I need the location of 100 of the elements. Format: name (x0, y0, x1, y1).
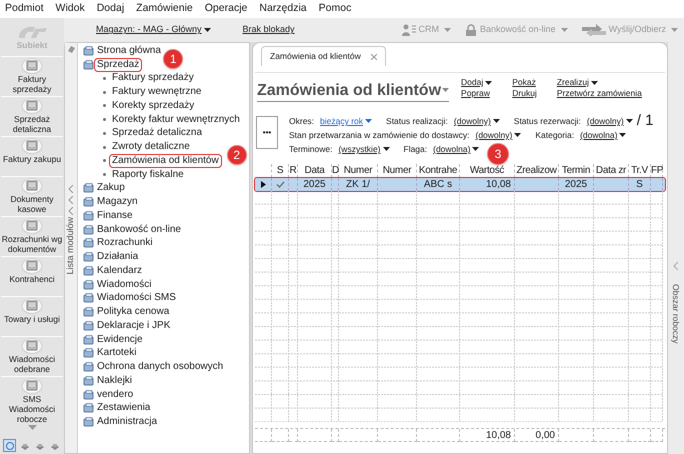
filter-dropdown[interactable]: (dowolny) (475, 128, 522, 142)
menu-item[interactable]: Zamówienie (135, 1, 194, 17)
sidebar-item[interactable]: Rozrachunki wg dokumentów (1, 216, 63, 256)
action-link[interactable]: Popraw (461, 88, 492, 99)
caret-icon (382, 147, 390, 151)
view-button[interactable] (3, 439, 16, 452)
module-icon (83, 46, 94, 56)
tree-item[interactable]: Bankowość on-line (97, 224, 181, 236)
sidebar-item[interactable]: Dokumenty kasowe (1, 176, 63, 216)
tree-item[interactable]: Korekty faktur wewnętrznych (112, 114, 240, 126)
panel-title: Obszar roboczy (671, 284, 681, 344)
caret-icon (204, 28, 211, 32)
tree-item[interactable]: Raporty fiskalne (112, 168, 184, 181)
table-cell (629, 429, 651, 442)
close-icon (370, 54, 377, 60)
warehouse-dropdown[interactable]: Magazyn: - MAG - Główny (96, 23, 211, 37)
action-link[interactable]: Dodaj (461, 77, 492, 88)
filter-dropdown[interactable]: (dowolna) (433, 142, 480, 156)
filter-dropdown[interactable]: (dowolny) (586, 114, 633, 128)
action-link[interactable]: Przetwórz zamówienia (556, 88, 642, 99)
module-icon (83, 252, 94, 262)
action-link[interactable]: Pokaż (512, 77, 537, 88)
filter-label: Kategoria: (535, 129, 574, 142)
sidebar-item[interactable]: Kontrahenci (1, 256, 63, 296)
sidebar-item[interactable]: Faktury zakupu (1, 136, 63, 176)
caret-icon (442, 88, 450, 92)
tree-item[interactable]: Zwroty detaliczne (112, 141, 190, 154)
table-row[interactable]: 2025 ZK 1/ ABC s 10,08 2025 S (255, 178, 665, 192)
tree-item[interactable]: Wiadomości SMS (97, 292, 176, 304)
action-link[interactable]: Zrealizuj (556, 77, 642, 88)
menu-item[interactable]: Operacje (204, 1, 248, 17)
tree-item[interactable]: Rozrachunki (97, 237, 153, 250)
filter-dropdown[interactable]: bieżący rok (320, 114, 372, 128)
bullet-icon (103, 146, 106, 149)
view-title[interactable]: Zamówienia od klientów (257, 81, 450, 102)
document-icon (21, 378, 43, 394)
tree-item[interactable]: Faktury wewnętrzne (112, 86, 202, 98)
sidebar-item[interactable]: Wiadomości odebrane (1, 336, 63, 376)
page-count: / 1 (636, 114, 654, 128)
tree-item[interactable]: Magazyn (97, 196, 138, 208)
tab[interactable]: Zamówienia od klientów (261, 46, 386, 66)
tree-item[interactable]: Sprzedaż (95, 58, 142, 71)
document-icon (21, 218, 43, 234)
filter-label: Status rezerwacji: (514, 115, 581, 128)
tree-item[interactable]: Polityka cenowa (97, 306, 170, 318)
document-icon (21, 178, 43, 194)
filter-dropdown[interactable]: (dowolna) (580, 128, 626, 142)
tree-item[interactable]: Ochrona danych osobowych (97, 361, 224, 374)
sidebar-item[interactable]: Towary i usługi (1, 296, 63, 336)
filter-label: Stan przetwarzania w zamówienie do dostawcy: (289, 129, 470, 142)
caret-icon (619, 133, 626, 137)
tree-item[interactable]: Kalendarz (97, 264, 142, 277)
menu-item[interactable]: Pomoc (318, 1, 352, 17)
tree-item[interactable]: Kartoteki (97, 347, 136, 360)
module-icon (83, 307, 94, 318)
menu-item[interactable]: Dodaj (96, 1, 126, 17)
tree-item[interactable]: Administracja (97, 416, 158, 428)
filter-dropdown[interactable]: (wszystkie) (338, 142, 390, 156)
tree-item[interactable]: Faktury sprzedaży (112, 72, 194, 84)
table-cell: S (629, 178, 651, 192)
sidebar-item[interactable]: SMS Wiadomości robocze (1, 376, 63, 424)
lock-status-link[interactable]: Brak blokady (242, 23, 295, 37)
tree-item[interactable]: Finanse (97, 210, 133, 222)
tree-item[interactable]: Korekty sprzedaży (112, 100, 194, 112)
caret-icon (492, 119, 500, 123)
menu-item[interactable]: Widok (54, 1, 86, 17)
callout-badge: 3 (487, 143, 509, 165)
more-button[interactable]: ••• (256, 116, 278, 149)
module-icon (83, 183, 94, 194)
sidebar-item[interactable]: Sprzedaż detaliczna (1, 96, 63, 136)
tree-item[interactable]: vendero (97, 388, 134, 401)
bullet-icon (103, 159, 106, 162)
caret-icon (560, 28, 568, 32)
tree-item[interactable]: Zakup (97, 182, 125, 194)
module-icon (83, 224, 94, 235)
module-icon (83, 348, 94, 358)
tree-item[interactable]: Zestawienia (97, 402, 150, 414)
tree-item[interactable]: Zamówienia od klientów (110, 154, 221, 167)
module-icon (83, 376, 94, 386)
bullet-icon (103, 104, 106, 108)
module-icon (83, 293, 94, 304)
module-icon (83, 238, 94, 248)
document-icon (21, 98, 43, 114)
tree-item[interactable]: Deklaracje i JPK (97, 320, 170, 332)
tree-item[interactable]: Ewidencje (97, 334, 143, 346)
person-icon (402, 24, 416, 36)
tree-item[interactable]: Sprzedaż detaliczna (112, 127, 202, 140)
menu-item[interactable]: Podmiot (4, 1, 45, 17)
tree-item[interactable]: Strona główna (97, 44, 161, 57)
table-cell: ZK 1/ (339, 178, 378, 192)
tree-item[interactable]: Działania (97, 251, 138, 264)
menu-item[interactable]: Narzędzia (258, 1, 308, 17)
filter-dropdown[interactable]: (dowolny) (454, 114, 500, 128)
sidebar-item[interactable]: Faktury sprzedaży (1, 56, 63, 96)
action-link[interactable]: Drukuj (512, 88, 537, 99)
table-cell (272, 429, 289, 442)
document-icon (21, 258, 43, 274)
tree-item[interactable]: Wiadomości (97, 278, 152, 291)
tree-item[interactable]: Naklejki (97, 374, 132, 387)
caret-icon (472, 147, 480, 151)
